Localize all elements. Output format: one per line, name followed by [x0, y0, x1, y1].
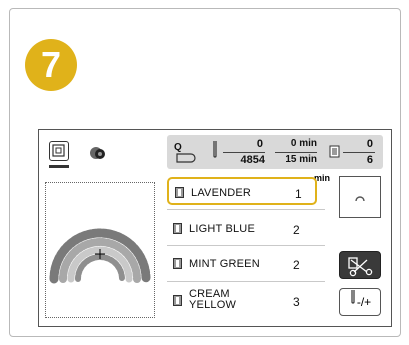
- color-row-mint-green[interactable]: MINT GREEN 2: [167, 250, 317, 278]
- color-count: 3: [293, 295, 300, 309]
- embroidery-screen: Q 0 4854 0 min 15 min 0 6 min LAVENDER 1…: [38, 129, 392, 327]
- thread-swatch-icon: [173, 295, 182, 306]
- thread-swatch-icon: [173, 223, 182, 234]
- row-divider: [167, 281, 325, 282]
- color-total: 6: [366, 154, 373, 166]
- color-row-cream-yellow[interactable]: CREAM YELLOW 3: [167, 287, 317, 315]
- thread-spool-icon: [90, 147, 105, 159]
- thread-cut-button[interactable]: [339, 251, 381, 279]
- stitch-total: 4854: [240, 154, 265, 166]
- time-current: 0 min: [290, 138, 317, 149]
- needle-position-label: -/+: [356, 295, 372, 309]
- color-count: 2: [293, 258, 300, 272]
- frame-view-button[interactable]: [49, 141, 69, 161]
- stitch-divider: [223, 152, 265, 153]
- color-name: LAVENDER: [191, 187, 252, 199]
- color-current: 0: [366, 138, 373, 150]
- frame-underline: [49, 165, 69, 168]
- stitch-preview-box: [339, 176, 381, 218]
- thread-color-icon: [329, 145, 340, 158]
- embroidery-preview: [45, 182, 155, 318]
- row-divider: [167, 245, 325, 246]
- thread-swatch-icon: [175, 187, 184, 198]
- time-total: 15 min: [285, 154, 317, 165]
- needle-icon: [213, 141, 217, 158]
- color-name: MINT GREEN: [189, 258, 260, 270]
- stitch-current: 0: [256, 138, 263, 150]
- thread-swatch-icon: [173, 258, 182, 269]
- thread-cut-icon: [348, 257, 373, 277]
- color-name: LIGHT BLUE: [189, 223, 255, 235]
- svg-text:Q: Q: [174, 142, 182, 153]
- color-divider: [343, 152, 375, 153]
- time-divider: [275, 152, 317, 153]
- presser-foot-icon: Q: [174, 142, 196, 163]
- color-name: CREAM YELLOW: [189, 289, 236, 311]
- stitch-info-bar: Q 0 4854 0 min 15 min 0 6: [167, 135, 383, 169]
- step-number-badge: 7: [25, 39, 77, 91]
- color-row-lavender[interactable]: LAVENDER 1: [167, 177, 317, 205]
- needle-icon: [349, 289, 357, 316]
- instruction-card: 7 Q 0 4854 0 min 15 min 0 6 min LAVENDER…: [9, 8, 401, 337]
- needle-position-button[interactable]: -/+: [339, 288, 381, 316]
- color-count: 2: [293, 223, 300, 237]
- stitch-preview-icon: [355, 196, 365, 202]
- color-row-light-blue[interactable]: LIGHT BLUE 2: [167, 215, 317, 243]
- color-name-line2: YELLOW: [189, 299, 237, 311]
- embroidery-frame-icon: [52, 144, 65, 157]
- rainbow-design-preview: [49, 228, 151, 284]
- row-divider: [167, 209, 325, 210]
- color-count: 1: [295, 187, 302, 201]
